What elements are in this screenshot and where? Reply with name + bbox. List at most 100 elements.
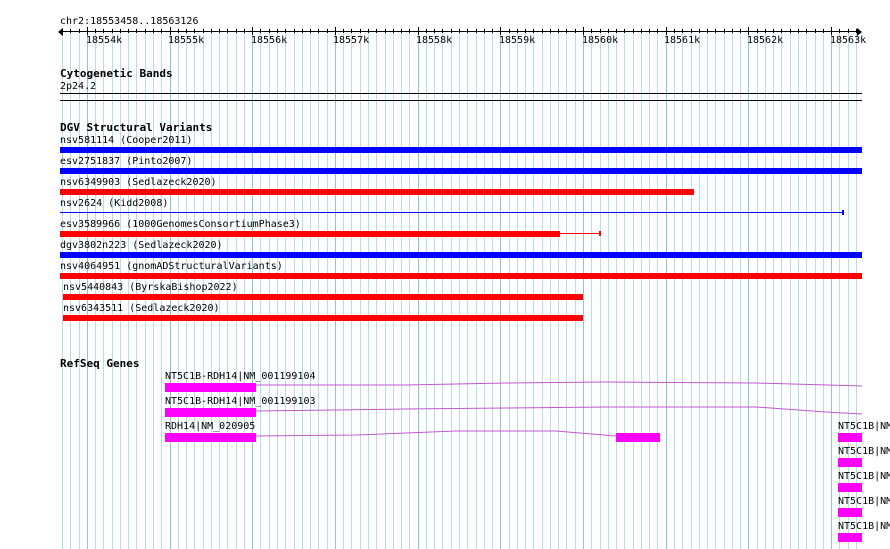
dgv-feature-label[interactable]: esv2751837 (Pinto2007): [60, 156, 192, 167]
ruler-tick: [277, 29, 278, 33]
grid-line: [649, 28, 650, 549]
dgv-feature-label[interactable]: nsv6343511 (Sedlazeck2020): [63, 303, 220, 314]
gene-intron[interactable]: [256, 380, 862, 392]
gene-exon[interactable]: [838, 433, 862, 442]
dgv-feature-bar[interactable]: [60, 252, 862, 258]
dgv-feature-label[interactable]: nsv6349903 (Sedlazeck2020): [60, 177, 217, 188]
ruler-tick: [831, 27, 832, 35]
grid-line: [815, 28, 816, 549]
ruler-tick: [294, 29, 295, 33]
ruler-tick: [674, 29, 675, 33]
grid-line: [533, 28, 534, 549]
grid-line: [318, 28, 319, 549]
gene-label[interactable]: NT5C1B|NM: [838, 471, 890, 482]
dgv-feature-bar[interactable]: [60, 231, 560, 237]
dgv-feature-bar[interactable]: [60, 273, 862, 279]
ruler-tick: [236, 29, 237, 33]
ruler-tick: [707, 29, 708, 33]
refseq-track-title[interactable]: RefSeq Genes: [60, 358, 139, 369]
gene-label[interactable]: NT5C1B|NM: [838, 446, 890, 457]
ruler-tick: [839, 29, 840, 33]
dgv-feature-bar[interactable]: [60, 168, 862, 174]
gene-label[interactable]: NT5C1B|NM: [838, 521, 890, 532]
grid-line: [748, 28, 749, 549]
ruler-tick-label: 18562k: [747, 35, 784, 46]
dgv-feature-label[interactable]: dgv3802n223 (Sedlazeck2020): [60, 240, 223, 251]
ruler-tick: [542, 29, 543, 33]
ruler-tick: [302, 29, 303, 33]
dgv-feature-bar[interactable]: [63, 294, 583, 300]
dgv-feature-end-mark: [599, 231, 601, 236]
dgv-track-title[interactable]: DGV Structural Variants: [60, 122, 212, 133]
ruler-tick: [260, 29, 261, 33]
ruler-tick: [376, 29, 377, 33]
dgv-feature-label[interactable]: nsv581114 (Cooper2011): [60, 135, 192, 146]
grid-line: [691, 28, 692, 549]
dgv-feature-bar[interactable]: [60, 147, 862, 153]
grid-line: [608, 28, 609, 549]
gene-exon[interactable]: [838, 483, 862, 492]
dgv-feature-label[interactable]: nsv4064951 (gnomADStructuralVariants): [60, 261, 283, 272]
grid-line: [360, 28, 361, 549]
gene-label[interactable]: RDH14|NM_020905: [165, 421, 255, 432]
gene-exon[interactable]: [838, 508, 862, 517]
cytoband-track-title[interactable]: Cytogenetic Bands: [60, 68, 173, 79]
ruler-tick: [211, 29, 212, 33]
gene-exon[interactable]: [838, 458, 862, 467]
ruler-tick-label: 18560k: [582, 35, 619, 46]
ruler-tick: [781, 29, 782, 33]
dgv-feature-label[interactable]: nsv2624 (Kidd2008): [60, 198, 168, 209]
grid-line: [385, 28, 386, 549]
dgv-feature-label[interactable]: esv3589966 (1000GenomesConsortiumPhase3): [60, 219, 301, 230]
grid-line: [244, 28, 245, 549]
grid-line: [401, 28, 402, 549]
dgv-feature-bar[interactable]: [63, 315, 583, 321]
grid-line: [633, 28, 634, 549]
ruler-tick: [409, 29, 410, 33]
ruler-tick: [318, 29, 319, 33]
grid-line: [616, 28, 617, 549]
cytoband-bottom-line: [60, 100, 862, 101]
ruler-tick: [244, 29, 245, 33]
ruler-tick: [740, 29, 741, 33]
ruler-tick: [608, 29, 609, 33]
ruler-tick: [484, 29, 485, 33]
ruler-tick: [773, 29, 774, 33]
gene-exon[interactable]: [165, 433, 256, 442]
grid-line: [302, 28, 303, 549]
dgv-feature-tail-line: [560, 233, 600, 234]
ruler-tick: [310, 29, 311, 33]
ruler-tick: [426, 29, 427, 33]
grid-line: [467, 28, 468, 549]
dgv-feature-label[interactable]: nsv5440843 (ByrskaBishop2022): [63, 282, 238, 293]
ruler-tick: [153, 29, 154, 33]
ruler-tick: [120, 29, 121, 33]
grid-line: [351, 28, 352, 549]
ruler-tick: [757, 29, 758, 33]
gene-exon[interactable]: [838, 533, 862, 542]
dgv-feature-line[interactable]: [60, 212, 844, 213]
gene-intron[interactable]: [256, 404, 862, 416]
grid-line: [418, 28, 419, 549]
ruler-tick: [666, 27, 667, 35]
grid-line: [715, 28, 716, 549]
dgv-feature-bar[interactable]: [60, 189, 694, 195]
grid-line: [724, 28, 725, 549]
cytoband-top-line[interactable]: [60, 93, 862, 94]
ruler-tick: [550, 29, 551, 33]
grid-line: [327, 28, 328, 549]
gene-label[interactable]: NT5C1B|NM: [838, 496, 890, 507]
gene-exon[interactable]: [616, 433, 660, 442]
ruler-tick: [806, 29, 807, 33]
gene-exon[interactable]: [165, 408, 256, 417]
dgv-feature-end-mark: [842, 210, 844, 215]
gene-intron[interactable]: [256, 428, 616, 440]
ruler-tick: [285, 29, 286, 33]
ruler-tick: [848, 29, 849, 33]
gene-exon[interactable]: [165, 383, 256, 392]
gene-label[interactable]: NT5C1B|NM: [838, 421, 890, 432]
ruler-tick: [649, 29, 650, 33]
ruler-tick: [360, 29, 361, 33]
ruler-tick: [178, 29, 179, 33]
grid-line: [823, 28, 824, 549]
